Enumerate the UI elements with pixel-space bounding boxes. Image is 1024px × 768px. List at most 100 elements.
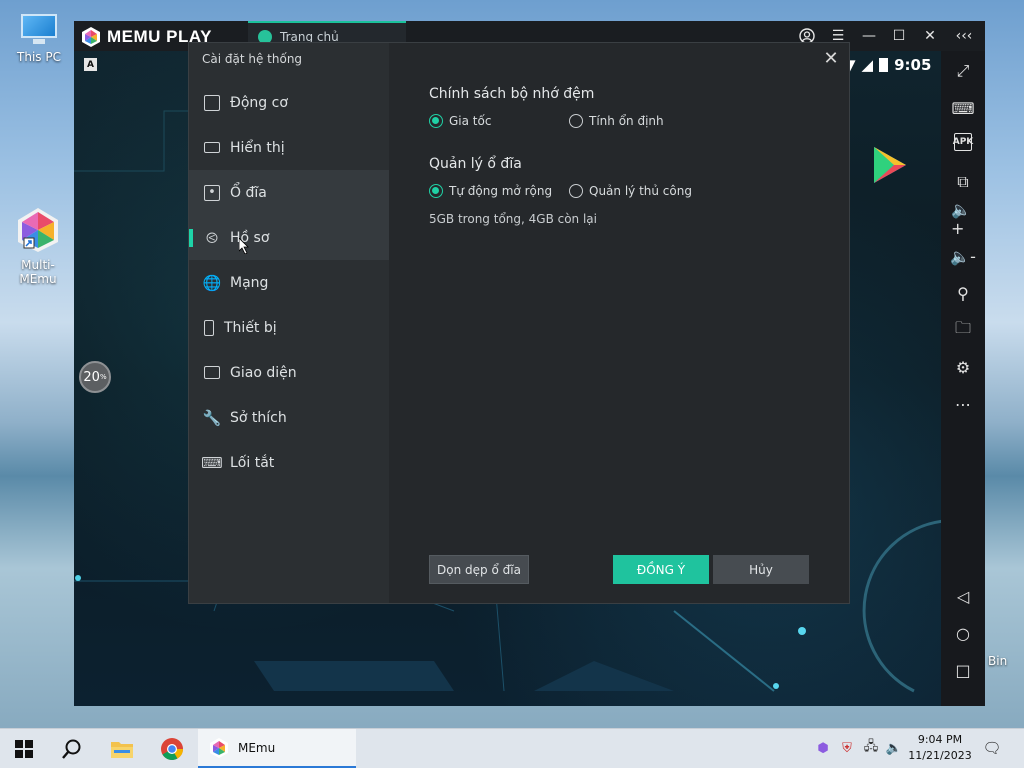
nav-item-shortcuts[interactable]: ⌨ Lối tắt [189,440,389,485]
file-explorer-icon[interactable] [108,735,136,763]
radio-auto-expand[interactable]: Tự động mở rộng [429,184,552,198]
nav-item-interface[interactable]: Giao diện [189,350,389,395]
folder-icon[interactable]: 🗀 [951,318,975,342]
collapse-sidebar-icon[interactable]: ‹‹‹ [954,26,974,46]
apk-install-icon[interactable]: APK [953,133,973,151]
computer-icon [19,12,59,46]
monitor-icon [204,142,220,153]
signal-icon: ◢ [861,56,874,74]
nav-item-profile[interactable]: ⧀ Hồ sơ [189,215,389,260]
radio-button-selected [429,184,443,198]
more-icon[interactable]: ⋯ [951,392,975,416]
radio-label: Quản lý thủ công [589,184,692,198]
chrome-icon[interactable] [158,735,186,763]
radio-manual-manage[interactable]: Quản lý thủ công [569,184,692,198]
mouse-cursor-icon [239,238,249,254]
volume-up-icon[interactable]: 🔈+ [951,200,975,238]
cancel-button[interactable]: Hủy [713,555,809,584]
nav-item-label: Thiết bị [224,319,277,336]
cpu-icon [204,94,220,111]
taskbar: MEmu ⬢ ⛨ 🖧 🔈 9:04 PM 11/21/2023 🗨 [0,728,1024,768]
taskbar-app-memu[interactable]: MEmu [198,729,356,768]
dialog-close-button[interactable]: ✕ [821,48,841,69]
nav-item-device[interactable]: Thiết bị [189,305,389,350]
progress-unit: % [99,373,107,381]
wrench-icon: 🔧 [202,408,222,427]
taskbar-app-label: MEmu [238,740,276,755]
globe-icon: 🌐 [202,273,222,292]
recent-apps-icon[interactable]: □ [951,658,975,682]
desktop-icon-this-pc[interactable]: This PC [4,12,74,64]
nav-item-network[interactable]: 🌐 Mạng [189,260,389,305]
nav-item-display[interactable]: Hiển thị [189,125,389,170]
nav-item-label: Giao diện [230,364,297,381]
volume-down-icon[interactable]: 🔈- [950,244,976,268]
memu-app-icon [210,737,228,758]
memu-logo-icon [82,27,100,47]
add-window-icon[interactable]: ⧉ [951,170,975,194]
radio-button [569,184,583,198]
nav-item-label: Lối tắt [230,454,275,471]
phone-icon [204,319,214,336]
clock-time: 9:04 PM [917,733,963,746]
clock-date: 11/21/2023 [908,749,972,762]
disk-icon: • [204,184,220,201]
radio-button [569,114,583,128]
keyboard-mapping-icon[interactable]: ⌨ [951,96,975,120]
nav-item-label: Ổ đĩa [230,184,267,201]
maximize-button[interactable]: ☐ [889,26,909,46]
desktop-icon-multi-memu[interactable]: Multi-MEmu [3,206,73,286]
desktop-icon-label: This PC [17,50,61,64]
right-toolbar: ⤢ ⌨ APK ⧉ 🔈+ 🔈- ⚲ 🗀 ⚙ ⋯ ◁ ○ □ [941,51,985,706]
battery-icon [879,58,889,72]
nav-item-engine[interactable]: Động cơ [189,80,389,125]
home-icon[interactable]: ○ [951,621,975,645]
radio-label: Gia tốc [449,114,492,128]
window-icon [204,366,220,379]
notification-badge: A [84,58,97,71]
clean-disk-button[interactable]: Dọn dẹp ổ đĩa [429,555,529,584]
tray-network-icon[interactable]: 🖧 [863,739,879,756]
multi-memu-icon [14,206,62,254]
start-button[interactable] [10,735,38,763]
radio-button-selected [429,114,443,128]
nav-item-disk[interactable]: • Ổ đĩa [189,170,389,215]
status-time: 9:05 [894,56,932,74]
nav-item-label: Động cơ [230,94,288,111]
ok-button[interactable]: ĐỒNG Ý [613,555,709,584]
nav-item-preferences[interactable]: 🔧 Sở thích [189,395,389,440]
disk-management-title: Quản lý ổ đĩa [429,156,522,172]
recycle-bin-label[interactable]: Bin [988,654,1007,668]
settings-gear-icon[interactable]: ⚙ [951,355,975,379]
settings-nav: Động cơ Hiển thị • Ổ đĩa ⧀ Hồ sơ 🌐 Mạng [189,80,389,485]
nav-item-label: Hiển thị [230,139,285,156]
dialog-title: Cài đặt hệ thống [202,52,303,66]
nav-item-label: Sở thích [230,409,287,426]
tray-memu-icon[interactable]: ⬢ [815,740,831,756]
progress-badge[interactable]: 20% [79,361,111,393]
back-icon[interactable]: ◁ [951,584,975,608]
tray-security-icon[interactable]: ⛨ [839,740,855,756]
windows-icon [15,740,33,758]
notification-center-icon[interactable]: 🗨 [982,738,1002,758]
tray-volume-icon[interactable]: 🔈 [886,740,902,756]
location-icon[interactable]: ⚲ [951,281,975,305]
radio-acceleration[interactable]: Gia tốc [429,114,491,128]
active-marker [189,229,193,247]
fullscreen-icon[interactable]: ⤢ [951,59,975,83]
system-clock[interactable]: 9:04 PM 11/21/2023 [902,732,978,764]
play-store-icon[interactable] [870,145,910,185]
desktop-icon-label: Multi-MEmu [19,258,57,286]
nav-item-label: Mạng [230,274,269,291]
minimize-button[interactable]: — [859,26,879,46]
progress-value: 20 [83,369,100,385]
radio-label: Tự động mở rộng [449,184,553,198]
cache-policy-title: Chính sách bộ nhớ đệm [429,86,595,102]
search-icon[interactable] [58,735,86,763]
tag-icon: ⧀ [205,228,218,247]
nav-item-label: Hồ sơ [230,229,270,246]
android-status-bar: ▼ ◢ 9:05 [844,56,931,74]
radio-stability[interactable]: Tính ổn định [569,114,664,128]
close-button[interactable]: ✕ [920,26,940,46]
settings-sidebar: Cài đặt hệ thống Động cơ Hiển thị • Ổ đĩ… [189,43,389,603]
